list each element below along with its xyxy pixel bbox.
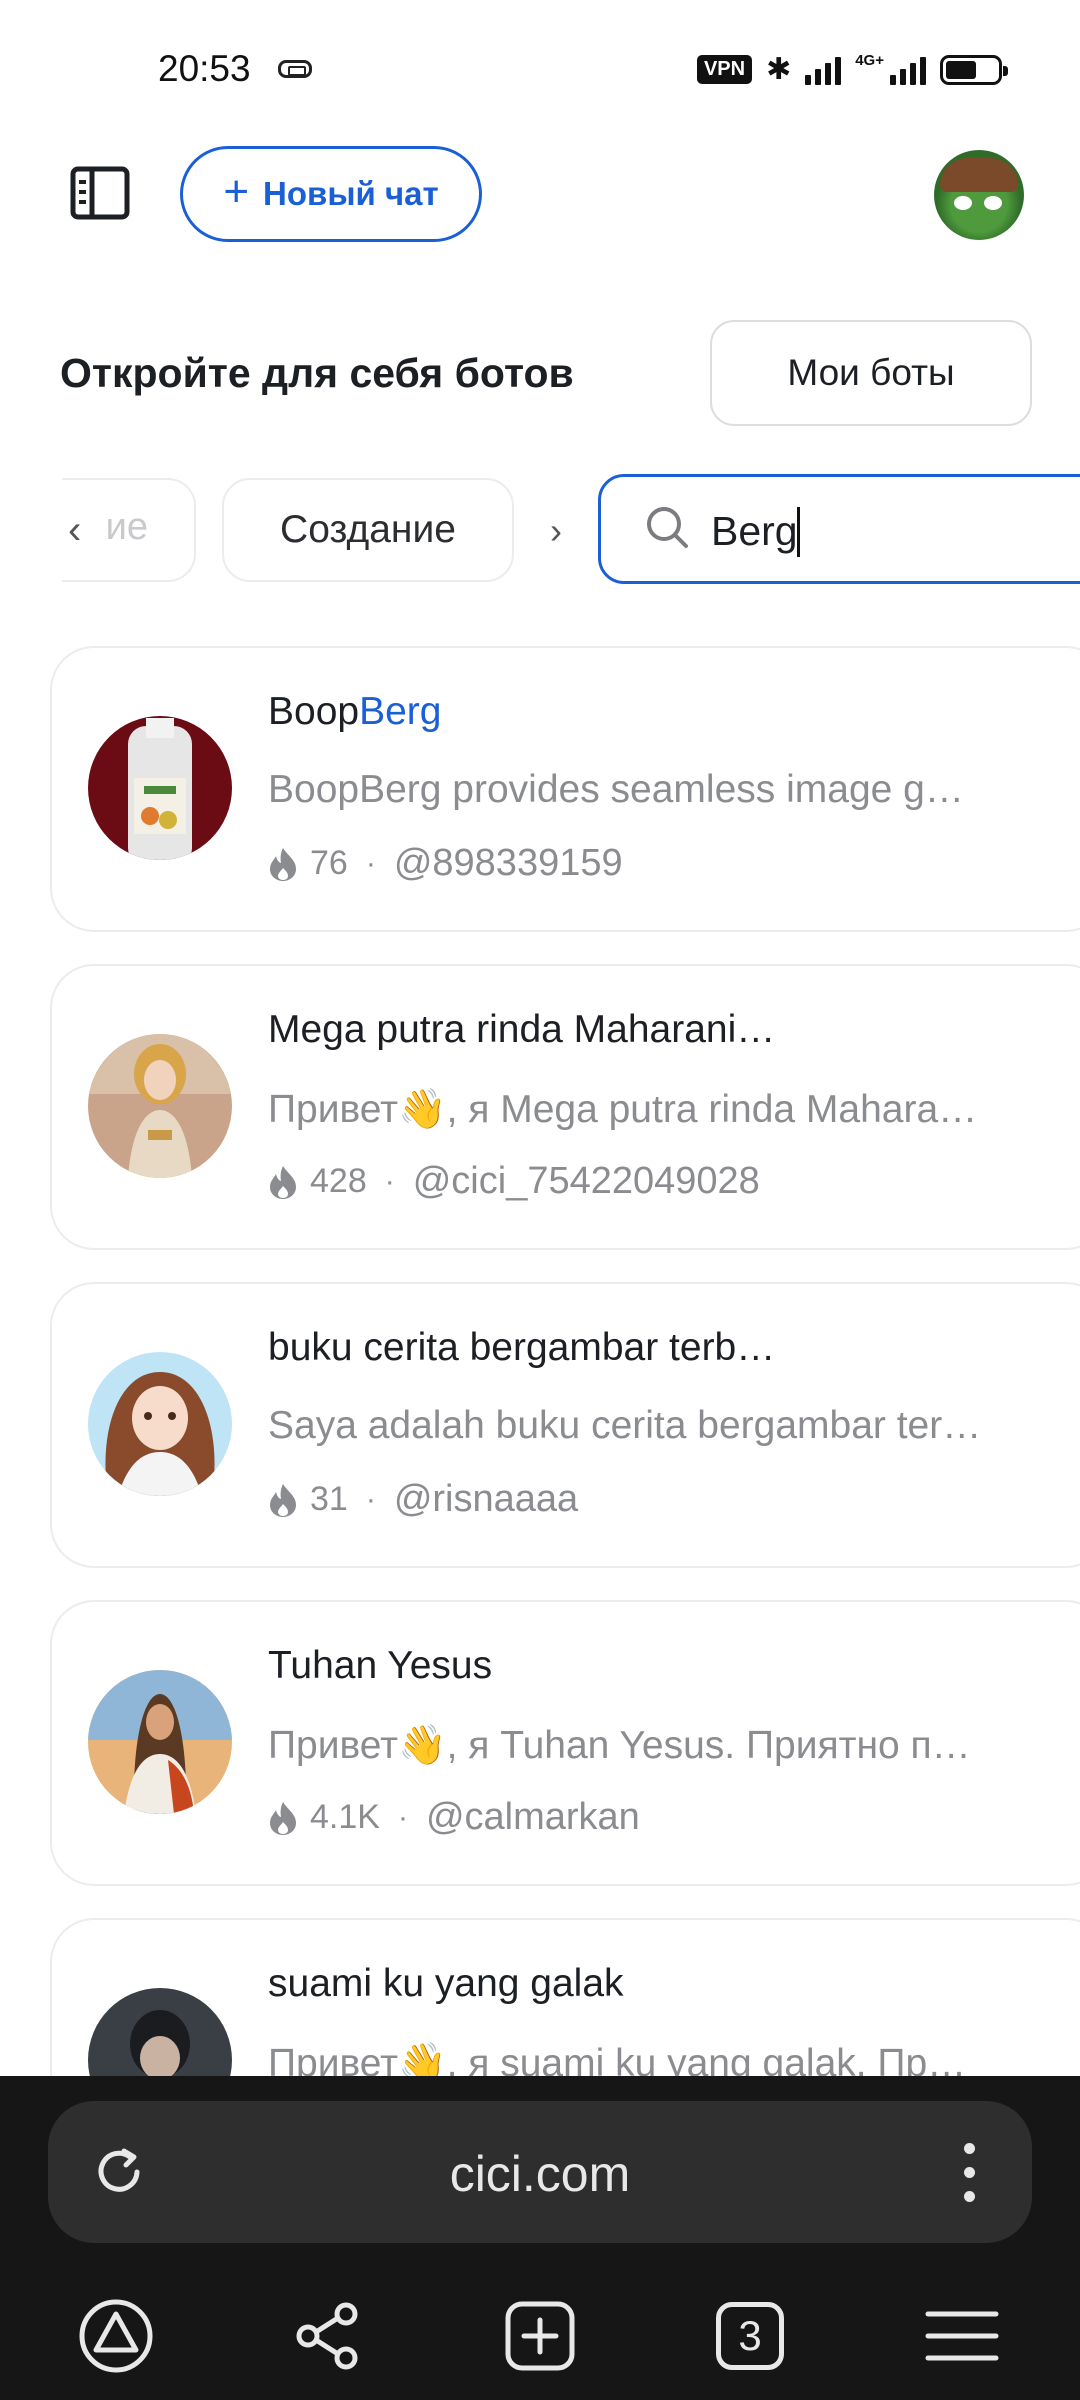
search-box[interactable] bbox=[598, 474, 1080, 584]
flame-icon bbox=[270, 1801, 296, 1835]
tabs-count-button[interactable]: 3 bbox=[716, 2302, 784, 2370]
cell-signal-icon bbox=[890, 55, 926, 85]
bot-avatar bbox=[88, 1670, 232, 1814]
new-tab-icon[interactable] bbox=[500, 2296, 580, 2376]
text-caret bbox=[797, 507, 800, 557]
my-bots-button[interactable]: Мои боты bbox=[710, 320, 1032, 426]
page-title: Откройте для себя ботов bbox=[60, 350, 574, 396]
bot-card[interactable]: Tuhan Yesus Привет👋, я Tuhan Yesus. Прия… bbox=[50, 1600, 1080, 1886]
bot-meta: 4.1K · @calmarkan bbox=[268, 1796, 640, 1839]
battery-icon bbox=[940, 54, 1008, 85]
bot-author[interactable]: @risnaaaa bbox=[394, 1478, 578, 1521]
data-saver-icon bbox=[278, 60, 312, 78]
bot-name: buku cerita bergambar terb… bbox=[268, 1326, 776, 1369]
bot-meta: 31 · @risnaaaa bbox=[268, 1478, 578, 1521]
bot-name: Mega putra rinda Maharani… bbox=[268, 1008, 776, 1051]
browser-home-icon[interactable] bbox=[76, 2296, 156, 2376]
bot-avatar bbox=[88, 716, 232, 860]
browser-nav: 3 bbox=[0, 2288, 1080, 2388]
url-text[interactable]: cici.com bbox=[48, 2145, 1032, 2203]
menu-icon[interactable] bbox=[922, 2296, 1002, 2376]
bot-usage-count: 4.1K bbox=[310, 1798, 380, 1836]
bot-usage-count: 31 bbox=[310, 1480, 348, 1518]
flame-icon bbox=[270, 1165, 296, 1199]
bot-name: suami ku yang galak bbox=[268, 1962, 624, 2005]
bot-usage-count: 76 bbox=[310, 844, 348, 882]
battery-level bbox=[946, 60, 976, 79]
bot-name: BoopBerg bbox=[268, 690, 442, 733]
bot-meta: 76 · @898339159 bbox=[268, 842, 623, 885]
flame-icon bbox=[270, 847, 296, 881]
category-chip-creation[interactable]: Создание bbox=[222, 478, 514, 582]
bot-author[interactable]: @898339159 bbox=[394, 842, 623, 885]
new-chat-button[interactable]: + Новый чат bbox=[180, 146, 482, 242]
status-icons: VPN ✱ 4G+ bbox=[696, 52, 1008, 87]
bot-description: Привет👋, я Mega putra rinda Mahara… bbox=[268, 1088, 978, 1131]
category-chip-previous[interactable]: ие bbox=[62, 478, 196, 582]
bot-avatar bbox=[88, 1034, 232, 1178]
browser-toolbar: cici.com 3 bbox=[0, 2076, 1080, 2400]
status-time: 20:53 bbox=[158, 48, 251, 89]
status-bar: 20:53 VPN ✱ 4G+ bbox=[0, 0, 1080, 140]
bot-card[interactable]: Mega putra rinda Maharani… Привет👋, я Me… bbox=[50, 964, 1080, 1250]
bot-usage-count: 428 bbox=[310, 1162, 367, 1200]
bot-description: BoopBerg provides seamless image g… bbox=[268, 768, 964, 811]
wifi-signal-icon bbox=[805, 55, 842, 85]
bot-card[interactable]: buku cerita bergambar terb… Saya adalah … bbox=[50, 1282, 1080, 1568]
new-chat-label: Новый чат bbox=[263, 175, 439, 212]
network-type: 4G+ bbox=[855, 52, 884, 69]
search-input[interactable] bbox=[711, 501, 1080, 561]
sidebar-toggle-icon[interactable] bbox=[70, 166, 130, 222]
bot-avatar bbox=[88, 1352, 232, 1496]
user-avatar[interactable] bbox=[934, 150, 1024, 240]
category-chip-previous-label: ие bbox=[105, 506, 148, 548]
bot-description: Saya adalah buku cerita bergambar ter… bbox=[268, 1404, 982, 1447]
bot-author[interactable]: @calmarkan bbox=[426, 1796, 640, 1839]
chevron-left-icon[interactable]: ‹ bbox=[68, 508, 81, 553]
bot-description: Привет👋, я Tuhan Yesus. Приятно п… bbox=[268, 1724, 971, 1767]
bluetooth-icon: ✱ bbox=[766, 53, 792, 86]
address-bar[interactable]: cici.com bbox=[48, 2101, 1032, 2243]
more-menu-icon[interactable] bbox=[964, 2143, 978, 2203]
chevron-right-icon[interactable]: › bbox=[550, 510, 562, 552]
flame-icon bbox=[270, 1483, 296, 1517]
bot-card[interactable]: BoopBerg BoopBerg provides seamless imag… bbox=[50, 646, 1080, 932]
vpn-badge: VPN bbox=[696, 55, 753, 84]
bot-name: Tuhan Yesus bbox=[268, 1644, 493, 1687]
search-icon bbox=[647, 507, 688, 548]
bot-meta: 428 · @cici_75422049028 bbox=[268, 1160, 760, 1203]
bot-author[interactable]: @cici_75422049028 bbox=[413, 1160, 760, 1203]
plus-icon: + bbox=[223, 167, 250, 216]
search-highlight: Berg bbox=[359, 690, 442, 733]
share-icon[interactable] bbox=[288, 2296, 368, 2376]
